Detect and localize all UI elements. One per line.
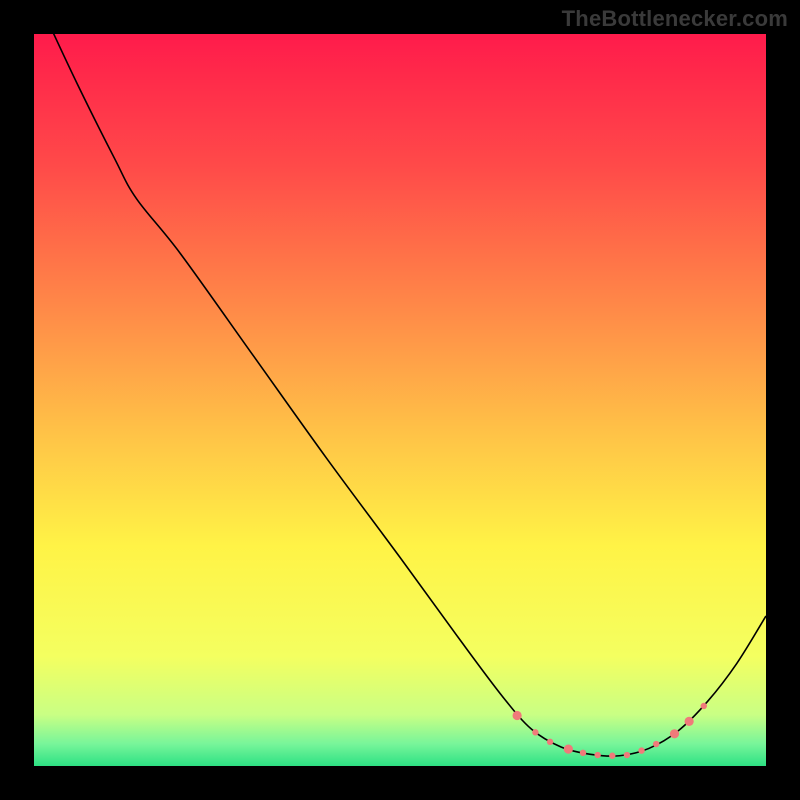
gradient-background [34,34,766,766]
marker-dot [624,752,630,758]
plot-svg [34,34,766,766]
marker-dot [594,752,600,758]
marker-dot [609,753,615,759]
marker-dot [513,711,522,720]
marker-dot [564,745,573,754]
marker-dot [638,747,644,753]
marker-dot [532,729,538,735]
marker-dot [670,729,679,738]
marker-dot [701,703,707,709]
plot-area [34,34,766,766]
watermark-text: TheBottlenecker.com [562,6,788,32]
marker-dot [685,717,694,726]
marker-dot [653,741,659,747]
marker-dot [547,739,553,745]
chart-frame: TheBottlenecker.com [0,0,800,800]
marker-dot [580,750,586,756]
